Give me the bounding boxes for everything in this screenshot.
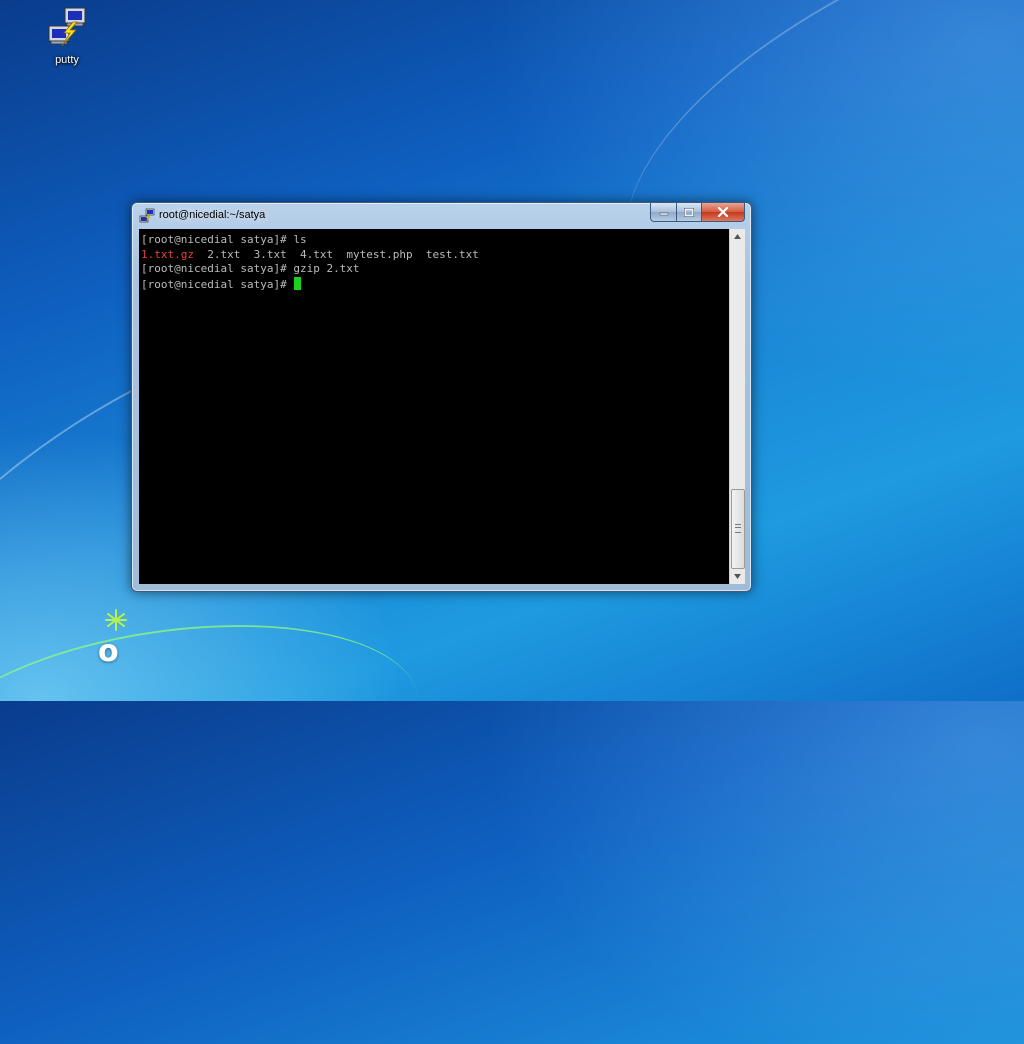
file-entry: 2.txt [207,247,241,261]
terminal-cursor [294,277,302,291]
file-entry: 3.txt [253,247,287,261]
file-entry: mytest.php [346,247,413,261]
file-entry: test.txt [425,247,479,261]
scroll-up-button[interactable] [730,229,745,244]
file-entry: 1.txt.gz [141,247,194,261]
close-button[interactable] [702,203,745,222]
terminal-line: [root@nicedial satya]# [139,277,479,293]
putty-icon [43,6,91,54]
grip-icon [735,524,741,533]
terminal-command: ls [293,233,307,246]
wallpaper-swoosh [0,596,432,866]
scroll-down-button[interactable] [730,569,745,584]
window-titlebar[interactable]: root@nicedial:~/satya [132,203,751,229]
terminal-output-line: 1.txt.gz 2.txt 3.txt 4.txt mytest.php te… [139,248,479,263]
terminal-line: [root@nicedial satya]# ls [139,233,479,248]
arrow-down-icon [734,574,741,579]
maximize-icon [684,207,694,217]
desktop-icon-putty[interactable]: putty [38,6,96,66]
minimize-icon [659,212,668,216]
window-title: root@nicedial:~/satya [159,209,266,221]
terminal-lines: [root@nicedial satya]# ls 1.txt.gz 2.txt… [139,233,479,293]
terminal-screen[interactable]: [root@nicedial satya]# ls 1.txt.gz 2.txt… [139,229,729,584]
putty-icon[interactable] [139,208,155,224]
terminal-command: gzip 2.txt [293,262,360,276]
logo-letter: o [98,634,119,669]
putty-window[interactable]: root@nicedial:~/satya [root@nicedial sat… [131,202,752,592]
terminal-prompt: [root@nicedial satya]# [141,262,294,276]
arrow-up-icon [734,234,741,239]
wallpaper-logo: o [96,604,136,674]
maximize-button[interactable] [677,203,702,222]
terminal-prompt: [root@nicedial satya]# [141,278,294,292]
close-icon [717,207,729,217]
vertical-scrollbar[interactable] [729,229,745,584]
scroll-thumb[interactable] [731,489,745,569]
minimize-button[interactable] [650,203,677,222]
terminal-line: [root@nicedial satya]# gzip 2.txt [139,262,479,277]
desktop-icon-label: putty [55,54,79,66]
file-entry: 4.txt [299,247,334,261]
caption-buttons [650,203,745,222]
terminal-prompt: [root@nicedial satya]# [141,233,294,246]
